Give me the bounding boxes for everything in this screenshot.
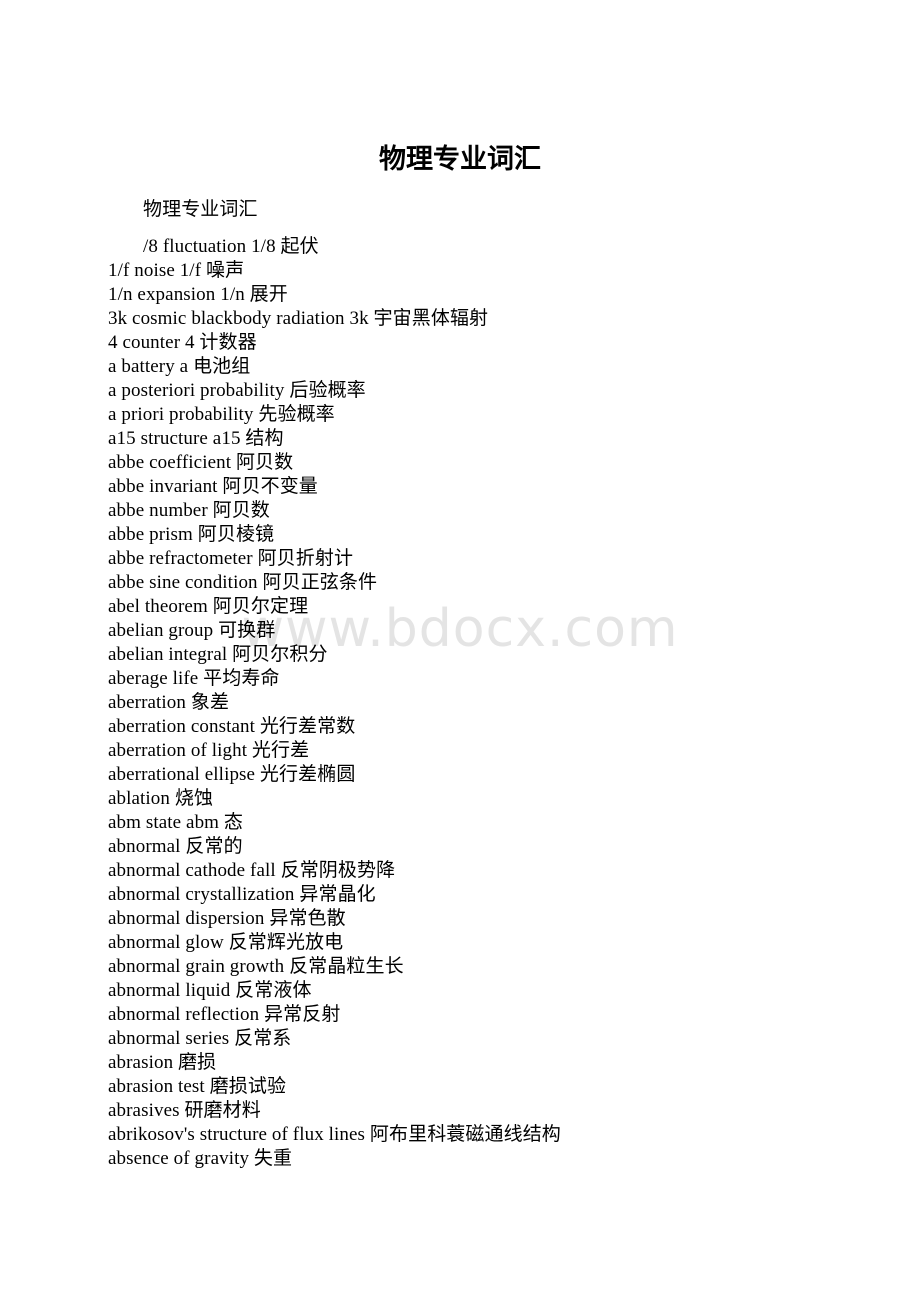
glossary-entry: abrasion test 磨损试验 xyxy=(108,1076,287,1097)
page-title: 物理专业词汇 xyxy=(379,144,541,175)
glossary-entry: a priori probability 先验概率 xyxy=(108,404,335,425)
glossary-entry: abnormal dispersion 异常色散 xyxy=(108,908,346,929)
glossary-entry: abelian integral 阿贝尔积分 xyxy=(108,644,328,665)
document-page: www.bdocx.com 物理专业词汇 物理专业词汇 /8 fluctuati… xyxy=(0,0,920,1302)
glossary-entry: aberration 象差 xyxy=(108,692,230,713)
glossary-entry: abbe prism 阿贝棱镜 xyxy=(108,524,275,545)
glossary-entry: aberrational ellipse 光行差椭圆 xyxy=(108,764,356,785)
glossary-entry: aberration constant 光行差常数 xyxy=(108,716,356,737)
glossary-heading-line: 物理专业词汇 xyxy=(143,199,258,220)
glossary-entry: abel theorem 阿贝尔定理 xyxy=(108,596,309,617)
glossary-entry: aberration of light 光行差 xyxy=(108,740,310,761)
glossary-entry: aberage life 平均寿命 xyxy=(108,668,280,689)
glossary-entry: 1/f noise 1/f 噪声 xyxy=(108,260,245,281)
glossary-entry: abnormal 反常的 xyxy=(108,836,243,857)
glossary-entry: a battery a 电池组 xyxy=(108,356,251,377)
glossary-entry: abm state abm 态 xyxy=(108,812,243,833)
glossary-entry: abbe number 阿贝数 xyxy=(108,500,270,521)
glossary-entry: abrikosov's structure of flux lines 阿布里科… xyxy=(108,1124,561,1145)
glossary-entry: abrasion 磨损 xyxy=(108,1052,217,1073)
glossary-entry: abbe sine condition 阿贝正弦条件 xyxy=(108,572,378,593)
glossary-entry: abnormal reflection 异常反射 xyxy=(108,1004,341,1025)
glossary-entry: absence of gravity 失重 xyxy=(108,1148,293,1169)
glossary-entry: abnormal crystallization 异常晶化 xyxy=(108,884,376,905)
glossary-entry: /8 fluctuation 1/8 起伏 xyxy=(143,236,319,257)
glossary-entry: 4 counter 4 计数器 xyxy=(108,332,257,353)
glossary-entry: abnormal glow 反常辉光放电 xyxy=(108,932,344,953)
glossary-entry: abbe invariant 阿贝不变量 xyxy=(108,476,318,497)
glossary-entry: abbe coefficient 阿贝数 xyxy=(108,452,294,473)
glossary-list: 物理专业词汇 /8 fluctuation 1/8 起伏 1/f noise 1/… xyxy=(108,198,848,1171)
glossary-entry: 1/n expansion 1/n 展开 xyxy=(108,284,288,305)
glossary-entry: a15 structure a15 结构 xyxy=(108,428,284,449)
glossary-entry: abnormal grain growth 反常晶粒生长 xyxy=(108,956,404,977)
glossary-entry: abnormal series 反常系 xyxy=(108,1028,292,1049)
glossary-entry: a posteriori probability 后验概率 xyxy=(108,380,366,401)
glossary-entry: 3k cosmic blackbody radiation 3k 宇宙黑体辐射 xyxy=(108,308,489,329)
glossary-entry: abrasives 研磨材料 xyxy=(108,1100,261,1121)
glossary-entry: ablation 烧蚀 xyxy=(108,788,214,809)
glossary-entry: abelian group 可换群 xyxy=(108,620,276,641)
glossary-entry: abbe refractometer 阿贝折射计 xyxy=(108,548,354,569)
glossary-entry: abnormal cathode fall 反常阴极势降 xyxy=(108,860,396,881)
glossary-entry: abnormal liquid 反常液体 xyxy=(108,980,312,1001)
